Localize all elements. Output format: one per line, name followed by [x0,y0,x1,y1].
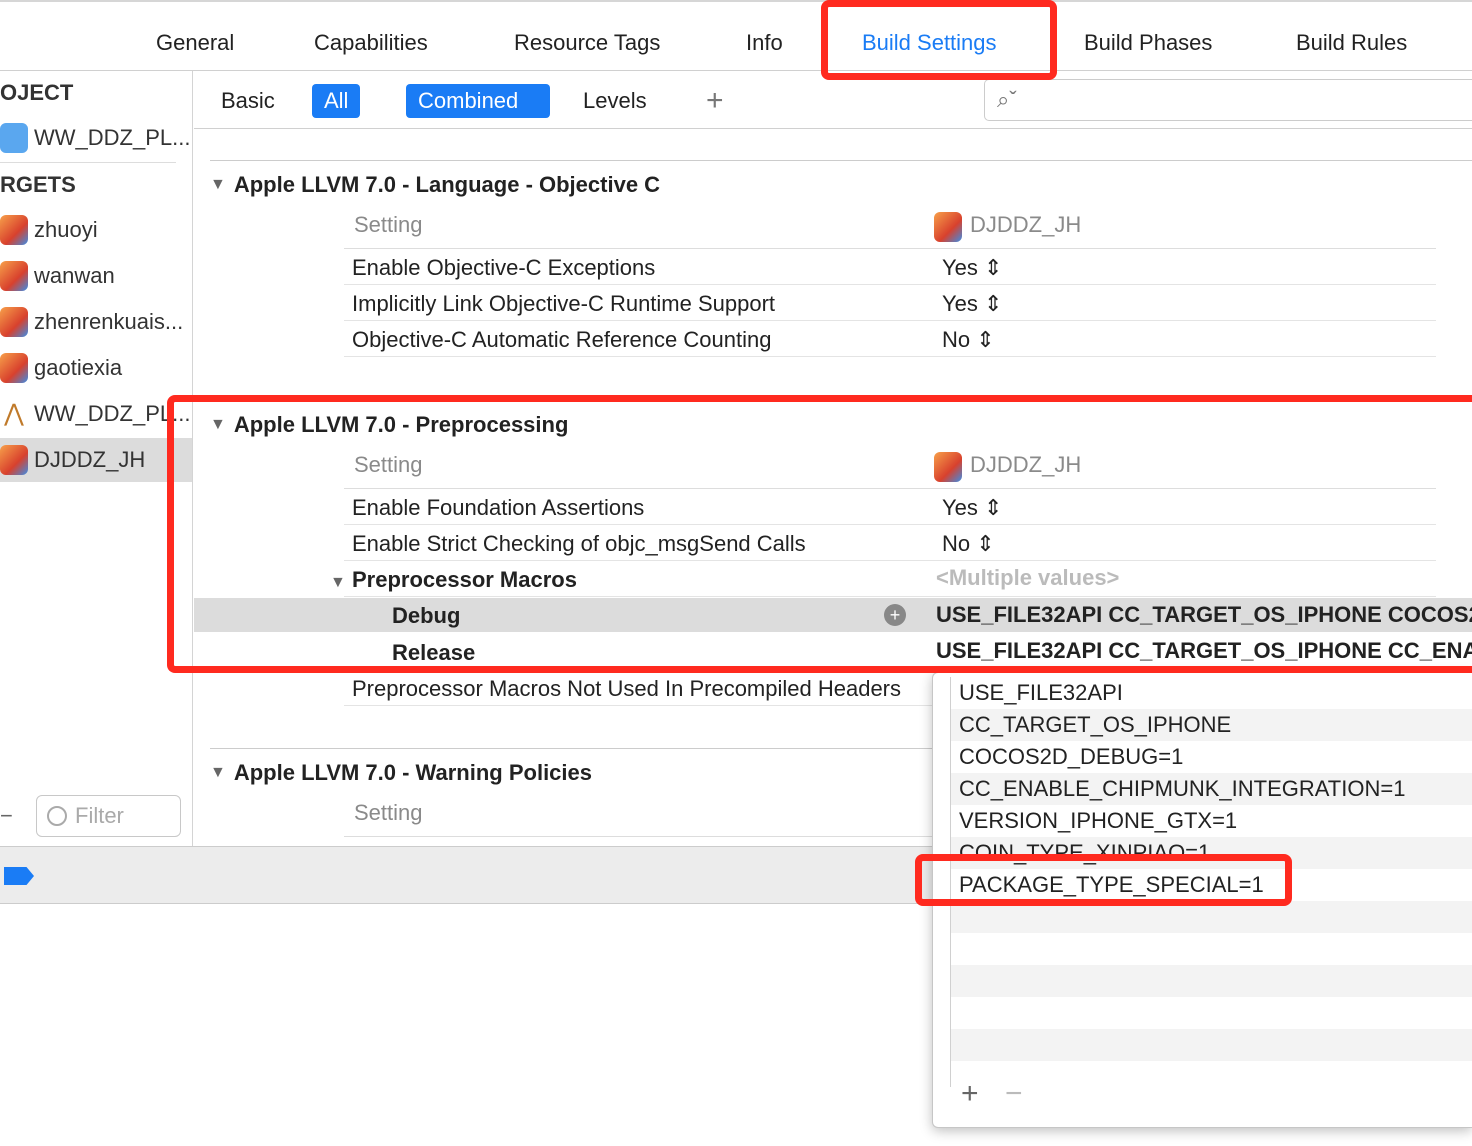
breakpoint-icon[interactable] [4,867,34,885]
target-label: wanwan [34,263,115,288]
highlight-box [821,0,1057,80]
app-icon [0,261,28,291]
column-header-setting: Setting [354,800,423,825]
disclosure-triangle-icon: ▼ [210,176,226,193]
target-item[interactable]: zhuoyi [0,208,192,252]
macro-item[interactable]: CC_TARGET_OS_IPHONE [951,709,1472,741]
add-setting-button[interactable]: + [694,84,736,118]
sidebar: OJECT WW_DDZ_PL... RGETS zhuoyi wanwan z… [0,71,193,846]
tab-build-rules[interactable]: Build Rules [1296,30,1407,56]
section-title[interactable]: ▼ Apple LLVM 7.0 - Warning Policies [210,760,592,786]
remove-macro-button[interactable]: − [1005,1077,1023,1111]
target-item[interactable]: ⋀ WW_DDZ_PL... [0,392,192,436]
basic-button[interactable]: Basic [209,84,287,118]
remove-target-button[interactable]: − [0,803,13,829]
filter-placeholder: Filter [75,803,124,828]
app-icon [934,212,962,242]
setting-row[interactable]: Enable Objective-C Exceptions Yes ⇕ [344,249,1436,285]
app-icon [0,445,28,475]
macro-item[interactable]: USE_FILE32API [951,677,1472,709]
macro-item[interactable]: COCOS2D_DEBUG=1 [951,741,1472,773]
setting-row[interactable]: Implicitly Link Objective-C Runtime Supp… [344,285,1436,321]
tab-resource-tags[interactable]: Resource Tags [514,30,660,56]
app-icon [0,307,28,337]
column-header-setting: Setting [354,212,423,237]
project-header: OJECT [0,80,74,105]
target-item[interactable]: zhenrenkuais... [0,300,192,344]
macro-item[interactable]: CC_ENABLE_CHIPMUNK_INTEGRATION=1 [951,773,1472,805]
disclosure-triangle-icon: ▼ [210,764,226,781]
section-title[interactable]: ▼ Apple LLVM 7.0 - Language - Objective C [210,172,660,198]
filter-icon [47,806,67,826]
targets-header: RGETS [0,172,76,197]
combined-button[interactable]: Combined [406,84,550,118]
tab-info[interactable]: Info [746,30,783,56]
tab-capabilities[interactable]: Capabilities [314,30,428,56]
target-label: zhenrenkuais... [34,309,184,334]
tab-bar: General Capabilities Resource Tags Info … [0,0,1472,71]
target-label: DJDDZ_JH [34,447,146,472]
project-label: WW_DDZ_PL... [34,125,191,150]
search-input[interactable]: ⌕ˇ [984,79,1472,121]
all-button[interactable]: All [312,84,361,118]
add-macro-button[interactable]: + [961,1077,979,1111]
macro-item[interactable]: VERSION_IPHONE_GTX=1 [951,805,1472,837]
target-item-selected[interactable]: DJDDZ_JH [0,438,192,482]
tab-build-phases[interactable]: Build Phases [1084,30,1212,56]
target-label: gaotiexia [34,355,123,380]
highlight-box [167,395,1472,673]
column-header-target: DJDDZ_JH [934,212,1081,242]
project-item[interactable]: WW_DDZ_PL... [0,116,192,160]
project-icon [0,123,28,153]
app-icon [0,353,28,383]
levels-button[interactable]: Levels [571,84,659,118]
search-icon: ⌕ˇ [997,87,1017,112]
app-icon [0,215,28,245]
xcode-tool-icon: ⋀ [4,400,24,427]
highlight-box [915,854,1292,906]
tab-general[interactable]: General [156,30,234,56]
target-label: zhuoyi [34,217,98,242]
setting-row[interactable]: Objective-C Automatic Reference Counting… [344,321,1436,357]
filter-input[interactable]: Filter [36,795,181,837]
target-item[interactable]: gaotiexia [0,346,192,390]
target-item[interactable]: wanwan [0,254,192,298]
